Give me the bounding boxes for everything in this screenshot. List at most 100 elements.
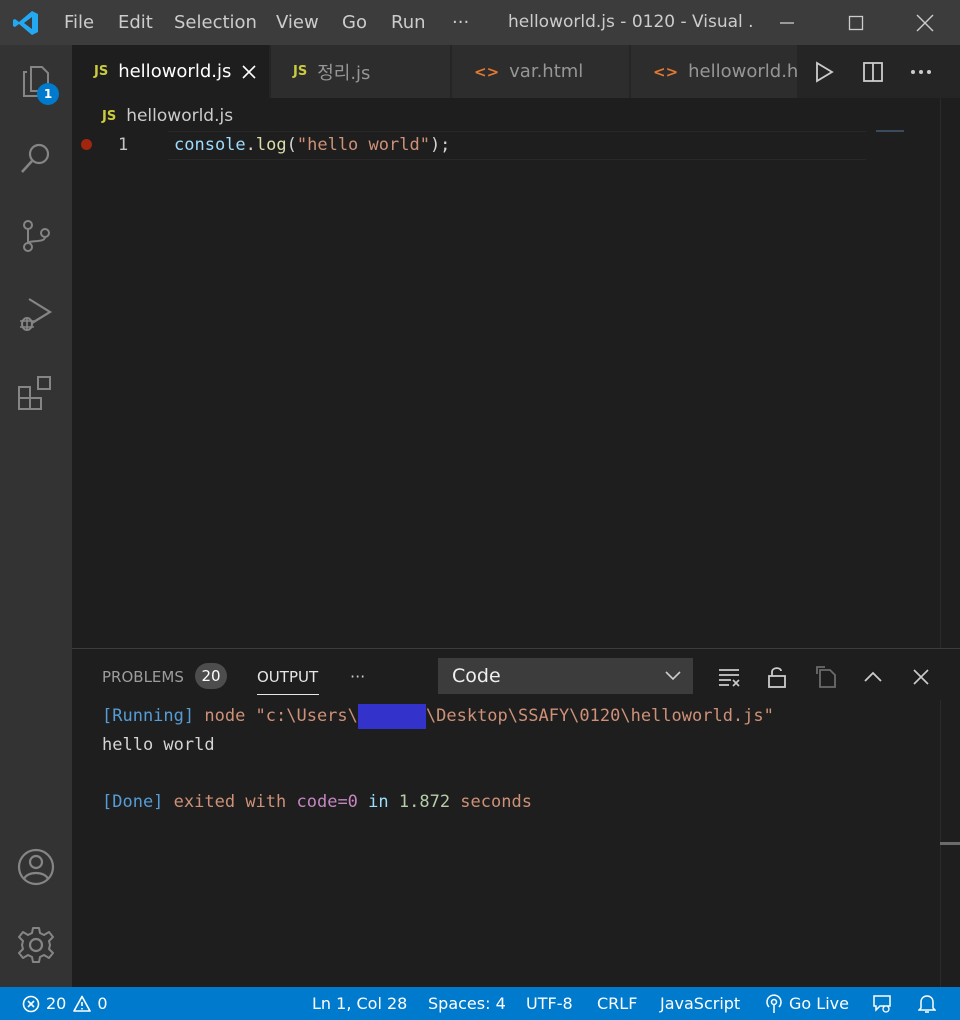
problems-status[interactable]: 20 0 bbox=[22, 987, 108, 1020]
menu-more[interactable]: ··· bbox=[452, 0, 469, 45]
cursor-position[interactable]: Ln 1, Col 28 bbox=[312, 987, 407, 1020]
redacted-username bbox=[357, 703, 426, 729]
output-running-line: [Running] node "c:\Users\ \Desktop\SSAFY\… bbox=[102, 702, 774, 731]
panel-scroll-thumb[interactable] bbox=[940, 842, 960, 845]
minimize-button[interactable] bbox=[764, 0, 810, 45]
tab-helloworld-html[interactable]: <> helloworld.html bbox=[631, 45, 798, 98]
tab-label: var.html bbox=[509, 61, 584, 82]
play-icon bbox=[816, 60, 834, 83]
panel-more-button[interactable]: ··· bbox=[350, 666, 365, 690]
js-file-icon: JS bbox=[94, 64, 109, 79]
source-control-icon bbox=[23, 220, 50, 252]
feedback-icon bbox=[873, 994, 891, 1013]
code-line[interactable]: console.log("hello world"); bbox=[174, 133, 450, 158]
tab-helloworld-js[interactable]: JS helloworld.js bbox=[72, 45, 270, 98]
menu-go[interactable]: Go bbox=[342, 0, 367, 45]
search-icon bbox=[21, 143, 50, 173]
code-open-paren: ( bbox=[286, 135, 297, 155]
editor-scrollbar[interactable] bbox=[940, 98, 941, 648]
settings-button[interactable] bbox=[0, 909, 72, 981]
feedback-button[interactable] bbox=[872, 987, 894, 1020]
breakpoint-icon[interactable] bbox=[81, 139, 92, 150]
problems-count-badge: 20 bbox=[195, 663, 227, 689]
html-file-icon: <> bbox=[653, 62, 679, 81]
extensions-icon bbox=[18, 376, 51, 410]
open-output-log-button[interactable] bbox=[811, 662, 841, 692]
open-log-icon bbox=[816, 666, 836, 688]
source-control-button[interactable] bbox=[0, 200, 72, 272]
settings-gear-icon bbox=[18, 927, 54, 963]
lock-scroll-button[interactable] bbox=[762, 662, 792, 692]
minimize-icon bbox=[780, 21, 794, 24]
maximize-panel-button[interactable] bbox=[858, 662, 888, 692]
done-code: code=0 bbox=[296, 791, 358, 812]
tab-label: helloworld.js bbox=[118, 61, 232, 82]
tab-jeongri-js[interactable]: JS 정리.js bbox=[271, 45, 451, 98]
js-file-icon: JS bbox=[102, 108, 117, 124]
tab-output[interactable]: OUTPUT bbox=[257, 666, 318, 690]
active-tab-underline bbox=[257, 694, 319, 695]
close-window-button[interactable] bbox=[902, 0, 948, 45]
menu-edit[interactable]: Edit bbox=[118, 0, 153, 45]
broadcast-icon bbox=[766, 993, 782, 1013]
end-of-line[interactable]: CRLF bbox=[597, 987, 637, 1020]
done-tag: [Done] bbox=[102, 791, 164, 812]
maximize-button[interactable] bbox=[833, 0, 879, 45]
done-in: in bbox=[357, 791, 399, 812]
js-file-icon: JS bbox=[293, 64, 308, 79]
code-dot: . bbox=[245, 135, 256, 155]
maximize-icon bbox=[848, 15, 864, 30]
menu-run[interactable]: Run bbox=[391, 0, 426, 45]
language-mode[interactable]: JavaScript bbox=[660, 987, 740, 1020]
done-with: with bbox=[245, 791, 297, 812]
close-tab-icon[interactable] bbox=[241, 64, 257, 80]
run-code-button[interactable] bbox=[800, 45, 848, 98]
run-debug-button[interactable] bbox=[0, 278, 72, 350]
menu-view[interactable]: View bbox=[276, 0, 319, 45]
minimap[interactable] bbox=[876, 130, 904, 132]
done-seconds: seconds bbox=[450, 791, 532, 812]
error-icon bbox=[22, 995, 40, 1012]
line-number: 1 bbox=[118, 135, 129, 155]
indentation[interactable]: Spaces: 4 bbox=[428, 987, 506, 1020]
tab-label: helloworld.html bbox=[688, 61, 798, 82]
explorer-button[interactable] bbox=[0, 45, 72, 117]
output-channel-select[interactable]: Code bbox=[438, 658, 693, 694]
encoding[interactable]: UTF-8 bbox=[526, 987, 573, 1020]
go-live-button[interactable]: Go Live bbox=[764, 987, 849, 1020]
ellipsis-icon bbox=[911, 69, 931, 74]
window-title: helloworld.js - 0120 - Visual ... bbox=[508, 12, 753, 32]
clear-output-button[interactable] bbox=[714, 662, 744, 692]
code-close: ); bbox=[429, 135, 451, 155]
notifications-button[interactable] bbox=[918, 987, 936, 1020]
menu-selection[interactable]: Selection bbox=[174, 0, 257, 45]
tab-var-html[interactable]: <> var.html bbox=[452, 45, 630, 98]
close-panel-button[interactable] bbox=[906, 662, 936, 692]
extensions-button[interactable] bbox=[0, 357, 72, 429]
more-actions-button[interactable] bbox=[897, 45, 945, 98]
run-debug-icon bbox=[20, 298, 53, 331]
menu-file[interactable]: File bbox=[64, 0, 94, 45]
account-button[interactable] bbox=[0, 831, 72, 903]
tab-problems[interactable]: PROBLEMS bbox=[102, 666, 184, 690]
done-time: 1.872 bbox=[398, 791, 451, 812]
running-command-start: node "c:\Users\ bbox=[194, 706, 358, 726]
clear-output-icon bbox=[719, 669, 740, 687]
error-count: 20 bbox=[46, 994, 67, 1013]
code-object: console bbox=[174, 135, 246, 155]
explorer-badge: 1 bbox=[37, 83, 59, 105]
breadcrumb-file[interactable]: helloworld.js bbox=[126, 106, 233, 126]
bottom-panel bbox=[72, 648, 960, 988]
output-content[interactable]: [Running] node "c:\Users\ \Desktop\SSAFY\… bbox=[102, 702, 774, 816]
split-editor-icon bbox=[863, 61, 883, 82]
running-command-end: \Desktop\SSAFY\0120\helloworld.js" bbox=[425, 706, 774, 726]
split-editor-button[interactable] bbox=[849, 45, 897, 98]
tab-label: 정리.js bbox=[317, 62, 371, 84]
warning-count: 0 bbox=[97, 994, 108, 1013]
search-button[interactable] bbox=[0, 122, 72, 194]
breadcrumb[interactable]: JS helloworld.js bbox=[102, 102, 233, 130]
code-string: "hello world" bbox=[296, 135, 430, 155]
chevron-down-icon bbox=[665, 671, 681, 681]
account-icon bbox=[17, 848, 55, 886]
go-live-label: Go Live bbox=[789, 994, 849, 1013]
